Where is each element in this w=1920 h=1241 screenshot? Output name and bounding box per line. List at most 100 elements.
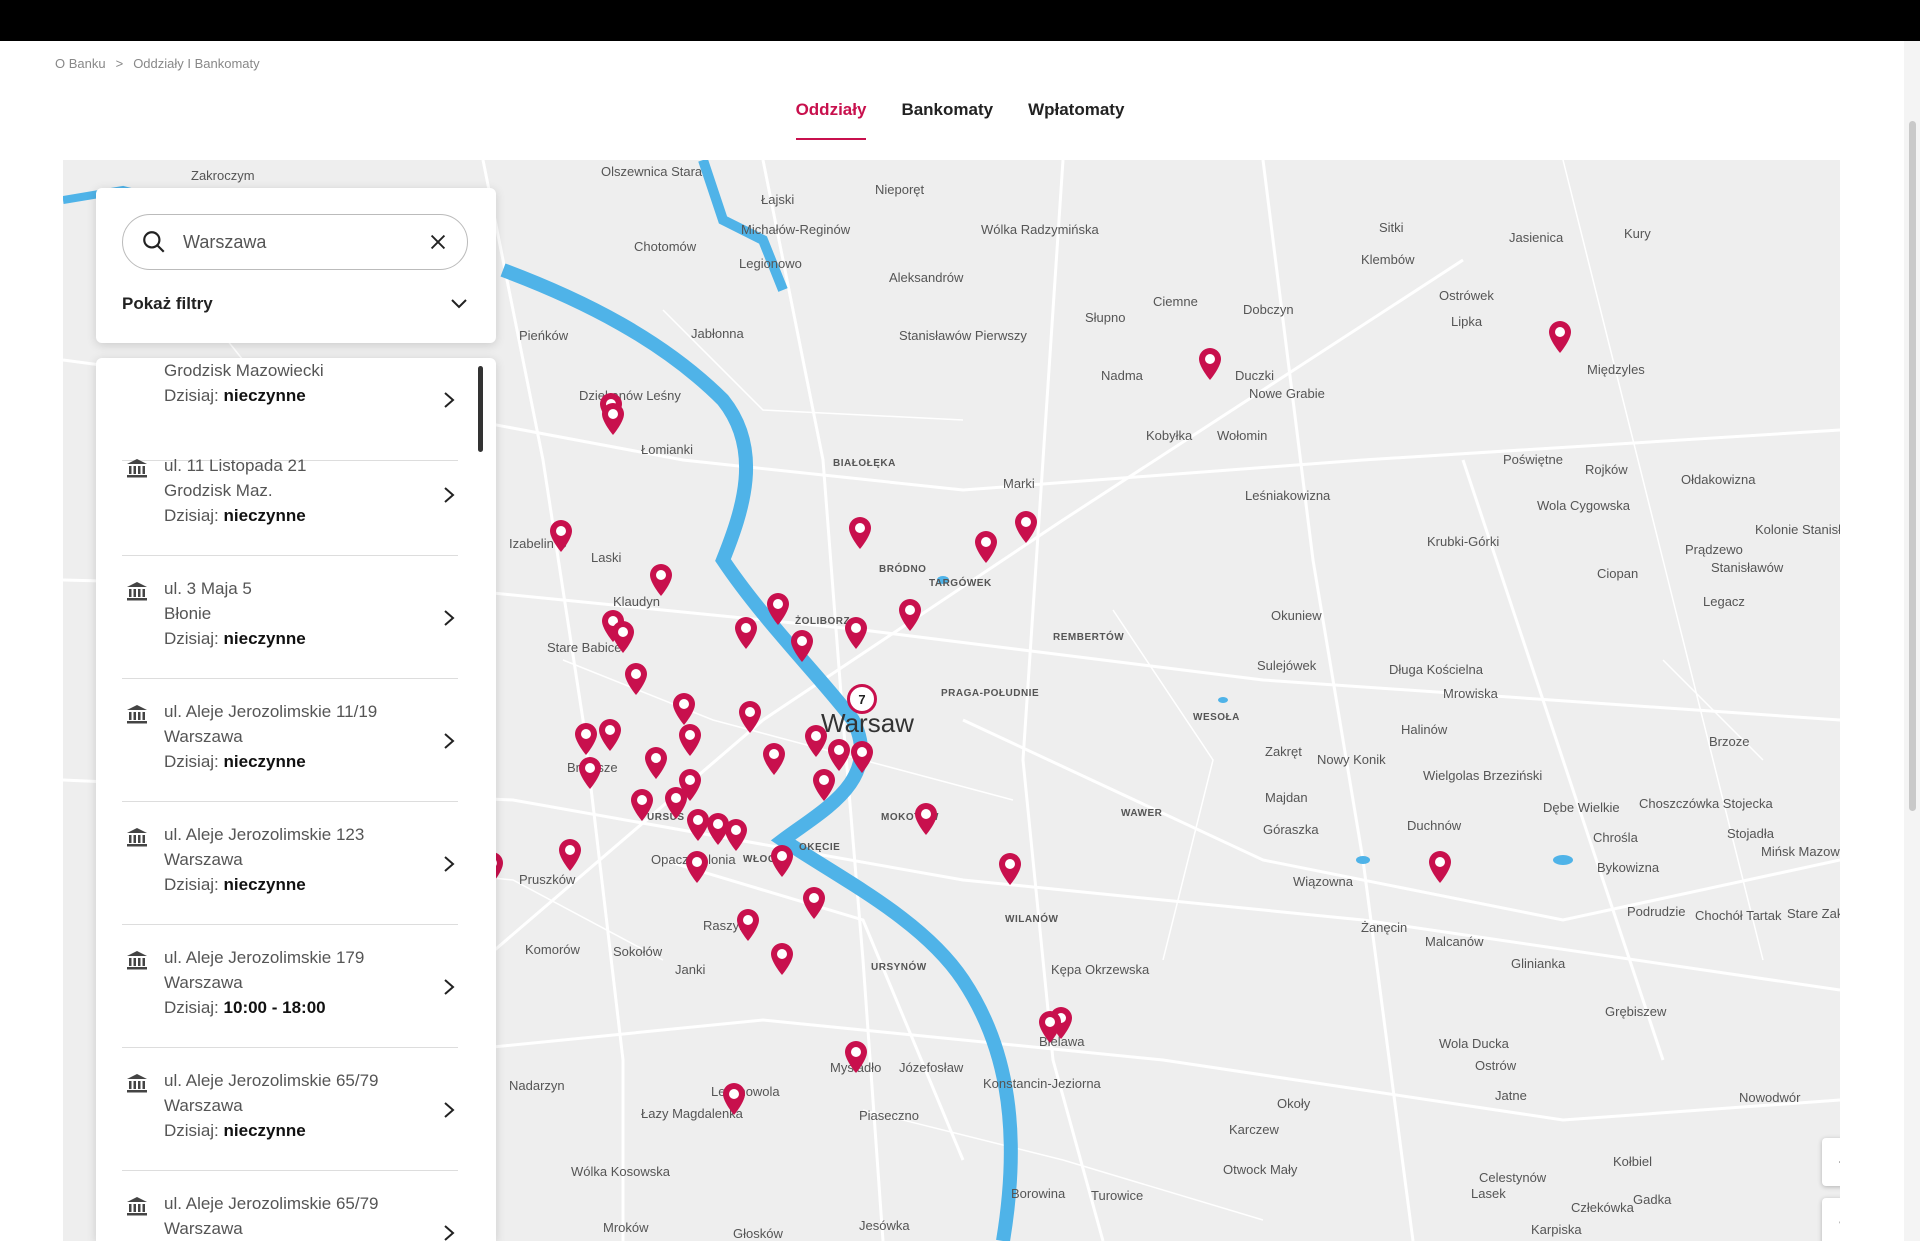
branch-list-item[interactable]: ul. 11 Listopada 21 Grodzisk Maz. Dzisiaj:… [122, 433, 458, 556]
branch-map-marker[interactable] [629, 788, 655, 822]
place-label: Choszczówka Stojecka [1639, 796, 1773, 811]
place-label: Brzoze [1709, 734, 1750, 749]
place-label: Otwock Mały [1223, 1162, 1298, 1177]
branch-map-marker[interactable] [671, 692, 697, 726]
branch-list-scrollbar[interactable] [478, 366, 483, 452]
branch-map-marker[interactable] [1037, 1010, 1063, 1044]
branch-map-marker[interactable] [849, 740, 875, 774]
branch-list-item[interactable]: ul. Aleje Jerozolimskie 65/79 Warszawa Dzi… [122, 1048, 458, 1171]
branch-map-marker[interactable] [737, 700, 763, 734]
chevron-right-icon [444, 610, 455, 626]
map-pin-icon [1015, 511, 1037, 543]
branch-hours: Dzisiaj: nieczynne [164, 626, 306, 651]
place-label: Głosków [733, 1226, 783, 1241]
tab-deposit-machines[interactable]: Wpłatomaty [1028, 100, 1124, 140]
branch-map-marker[interactable] [1547, 320, 1573, 354]
branch-map-marker[interactable] [733, 616, 759, 650]
branch-map-marker[interactable] [847, 516, 873, 550]
branch-map-marker[interactable] [577, 756, 603, 790]
page-scrollbar[interactable] [1904, 41, 1920, 1241]
district-label: WILANÓW [1005, 914, 1059, 925]
zoom-out-button[interactable]: − [1822, 1198, 1840, 1241]
tab-branches[interactable]: Oddziały [795, 100, 867, 140]
branch-list-item[interactable]: ul. Aleje Jerozolimskie 179 Warszawa Dzisi… [122, 925, 458, 1048]
place-label: Nowy Konik [1317, 752, 1386, 767]
place-label: Okoły [1277, 1096, 1311, 1111]
place-label: Konstancin-Jeziorna [983, 1076, 1101, 1091]
search-input[interactable] [183, 231, 413, 253]
branch-map-marker[interactable] [548, 519, 574, 553]
branch-map-marker[interactable] [623, 662, 649, 696]
search-box[interactable] [122, 214, 468, 270]
branch-map-marker[interactable] [573, 722, 599, 756]
page-scrollbar-thumb[interactable] [1909, 121, 1916, 811]
branch-map-marker[interactable] [1427, 850, 1453, 884]
branch-map-marker[interactable] [610, 620, 636, 654]
branch-map-marker[interactable] [769, 942, 795, 976]
branch-map-marker[interactable] [643, 746, 669, 780]
breadcrumb-root[interactable]: O Banku [55, 56, 106, 71]
branch-map-marker[interactable] [597, 718, 623, 752]
branch-map-marker[interactable] [761, 742, 787, 776]
branch-map-marker[interactable] [973, 530, 999, 564]
chevron-right-icon [444, 856, 455, 872]
branch-street: ul. Aleje Jerozolimskie 123 [164, 825, 365, 844]
place-label: Komorów [525, 942, 580, 957]
branch-map-marker[interactable] [1013, 510, 1039, 544]
map-pin-icon [1199, 348, 1221, 380]
place-label: Bykowizna [1597, 860, 1660, 875]
branch-list-item[interactable]: ul. Aleje Jerozolimskie 65/79 Warszawa [122, 1171, 458, 1241]
branch-map-marker[interactable] [811, 768, 837, 802]
place-label: Jesówka [859, 1218, 910, 1233]
show-filters-toggle[interactable]: Pokaż filtry [122, 294, 468, 314]
branch-list-item[interactable]: ul. 3 Maja 5 Błonie Dzisiaj: nieczynne [122, 556, 458, 679]
place-label: Sokołów [613, 944, 663, 959]
place-label: Lasek [1471, 1186, 1506, 1201]
branch-list-item[interactable]: ul. Aleje Jerozolimskie 11/19 Warszawa Dzi… [122, 679, 458, 802]
chevron-down-icon [451, 299, 467, 309]
branch-map-marker[interactable] [677, 723, 703, 757]
map-pin-icon [791, 630, 813, 662]
branch-city: Warszawa [164, 1096, 243, 1115]
map-cluster-marker[interactable]: 7 [847, 684, 877, 714]
branch-city: Grodzisk Mazowiecki [164, 361, 324, 380]
branch-street: ul. Aleje Jerozolimskie 179 [164, 948, 365, 967]
branch-map-marker[interactable] [913, 802, 939, 836]
branch-map-marker[interactable] [897, 598, 923, 632]
branch-map-marker[interactable] [789, 629, 815, 663]
branch-map-marker[interactable] [801, 886, 827, 920]
map-pin-icon [650, 564, 672, 596]
place-label: Dziekanów Leśny [579, 388, 681, 403]
branch-map-marker[interactable] [557, 838, 583, 872]
branch-map-marker[interactable] [843, 1040, 869, 1074]
branch-map-marker[interactable] [1197, 347, 1223, 381]
branch-list[interactable]: Grodzisk Mazowiecki Dzisiaj: nieczynne ul.… [96, 358, 496, 1241]
chevron-right-icon [444, 1102, 455, 1118]
branch-list-item[interactable]: ul. Aleje Jerozolimskie 123 Warszawa Dzisi… [122, 802, 458, 925]
today-label: Dzisiaj: [164, 629, 219, 648]
branch-map-marker[interactable] [684, 850, 710, 884]
branch-map-marker[interactable] [765, 592, 791, 626]
place-label: Grębiszew [1605, 1004, 1667, 1019]
place-label: Ołdakowizna [1681, 472, 1756, 487]
place-label: Ciemne [1153, 294, 1198, 309]
branch-map-marker[interactable] [769, 844, 795, 878]
place-label: Żanęcin [1361, 920, 1408, 935]
branch-map-marker[interactable] [648, 563, 674, 597]
branch-map-marker[interactable] [735, 908, 761, 942]
tab-atms[interactable]: Bankomaty [901, 100, 993, 140]
branch-map-marker[interactable] [843, 616, 869, 650]
district-label: PRAGA-POŁUDNIE [941, 688, 1040, 699]
place-label: Mrowiska [1443, 686, 1498, 701]
branch-map-marker[interactable] [600, 402, 626, 436]
branch-map-marker[interactable] [723, 818, 749, 852]
place-label: Wola Ducka [1439, 1036, 1509, 1051]
branch-map-marker[interactable] [721, 1082, 747, 1116]
zoom-in-button[interactable]: + [1822, 1138, 1840, 1186]
place-label: Sulejówek [1257, 658, 1317, 673]
branch-map-marker[interactable] [997, 852, 1023, 886]
place-label: Kury [1624, 226, 1651, 241]
branch-street: ul. Aleje Jerozolimskie 65/79 [164, 1194, 379, 1213]
clear-search-icon[interactable] [427, 231, 449, 253]
place-label: Jasienica [1509, 230, 1564, 245]
